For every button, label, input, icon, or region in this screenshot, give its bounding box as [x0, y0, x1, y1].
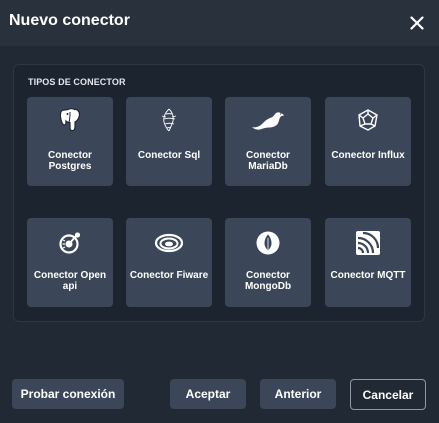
accept-button[interactable]: Aceptar [170, 379, 246, 409]
mariadb-seal-icon [225, 105, 311, 135]
connector-card-openapi[interactable]: Conector Open api [27, 218, 113, 307]
sql-server-icon [126, 105, 212, 135]
influx-icon [325, 105, 411, 135]
postgres-elephant-icon [27, 105, 113, 135]
connector-label: Conector Fiware [129, 270, 209, 281]
cancel-button[interactable]: Cancelar [350, 379, 426, 410]
connector-label: Conector MQTT [330, 270, 406, 281]
connector-label: Conector Influx [331, 150, 405, 161]
connector-card-influx[interactable]: Conector Influx [325, 97, 411, 186]
close-icon [410, 16, 424, 30]
connector-label: Conector Postgres [48, 150, 92, 172]
fiware-icon [126, 228, 212, 258]
close-button[interactable] [406, 12, 428, 34]
dialog-title: Nuevo conector [9, 12, 130, 29]
connector-card-mariadb[interactable]: Conector MariaDb [225, 97, 311, 186]
connector-card-mongodb[interactable]: Conector MongoDb [225, 218, 311, 307]
previous-button[interactable]: Anterior [260, 379, 336, 409]
connector-card-mqtt[interactable]: Conector MQTT [325, 218, 411, 307]
connector-types-panel: TIPOS DE CONECTOR Conector Postgres Cone… [13, 64, 425, 322]
openapi-icon [27, 228, 113, 258]
connector-label: Conector MongoDb [244, 270, 292, 292]
connector-card-postgres[interactable]: Conector Postgres [27, 97, 113, 186]
test-connection-button[interactable]: Probar conexión [12, 379, 124, 409]
new-connector-dialog: Nuevo conector TIPOS DE CONECTOR Conecto… [0, 0, 439, 423]
connector-label: Conector MariaDb [246, 150, 290, 172]
section-label: TIPOS DE CONECTOR [28, 77, 126, 87]
dialog-header: Nuevo conector [0, 0, 439, 46]
mongodb-leaf-icon [225, 228, 311, 258]
connector-label: Conector Open api [33, 270, 107, 292]
connector-card-sql[interactable]: Conector Sql [126, 97, 212, 186]
mqtt-icon [325, 228, 411, 258]
connector-card-fiware[interactable]: Conector Fiware [126, 218, 212, 307]
connector-label: Conector Sql [137, 150, 201, 161]
